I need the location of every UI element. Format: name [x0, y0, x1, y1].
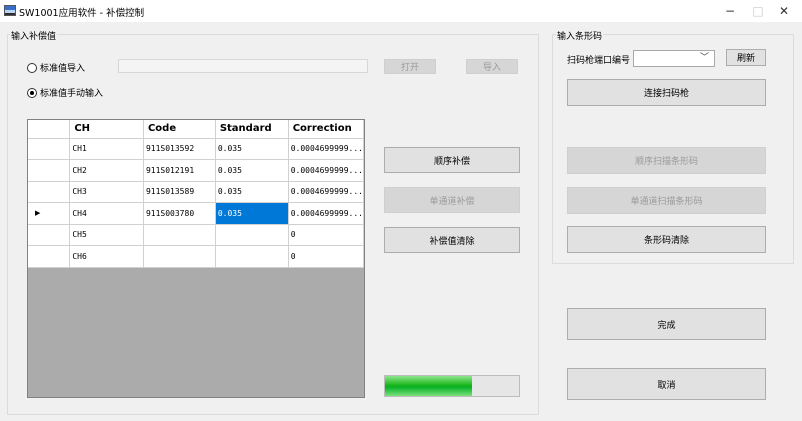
grid-corner-header[interactable]: [28, 120, 71, 139]
grid-cell-ch[interactable]: CH6: [69, 245, 144, 268]
grid-cell-correction[interactable]: 0: [288, 224, 364, 246]
grid-cell-code[interactable]: [143, 224, 216, 246]
grid-cell-standard[interactable]: 0.035: [215, 159, 289, 182]
input-compensation-group-title: 输入补偿值: [10, 29, 58, 42]
open-button[interactable]: 打开: [384, 59, 436, 74]
col-header-code[interactable]: Code: [143, 120, 216, 139]
grid-cell-standard[interactable]: [215, 224, 289, 246]
radio-standard-import-label: 标准值导入: [40, 64, 86, 74]
table-row[interactable]: CH3 911S013589 0.035 0.0004699999...: [28, 181, 364, 203]
radio-manual-input-circle[interactable]: [27, 87, 37, 98]
row-header[interactable]: [28, 159, 71, 182]
single-channel-compensation-button[interactable]: 单通道补偿: [384, 187, 520, 213]
scanner-port-label: 扫码枪端口编号: [567, 56, 631, 66]
grid-cell-ch[interactable]: CH4: [69, 202, 144, 225]
single-channel-scan-barcode-button[interactable]: 单通道扫描条形码: [567, 187, 766, 214]
row-header[interactable]: [28, 245, 71, 268]
grid-cell-code[interactable]: 911S012191: [143, 159, 216, 182]
grid-cell-standard[interactable]: [215, 245, 289, 268]
grid-cell-correction[interactable]: 0.0004699999...: [288, 181, 364, 203]
connect-scanner-button[interactable]: 连接扫码枪: [567, 79, 766, 106]
table-row[interactable]: ▶ CH4 911S003780 0.035 0.0004699999...: [28, 202, 364, 225]
scanner-port-select[interactable]: ﹀: [633, 50, 715, 67]
compensation-grid[interactable]: CH Code Standard Correction CH1 911S01359…: [27, 119, 365, 398]
chevron-down-icon[interactable]: ﹀: [700, 51, 709, 66]
import-button[interactable]: 导入: [466, 59, 518, 74]
close-button[interactable]: ✕: [772, 2, 796, 20]
grid-cell-standard[interactable]: 0.035: [215, 138, 289, 160]
grid-cell-ch[interactable]: CH5: [69, 224, 144, 246]
col-header-correction[interactable]: Correction: [288, 120, 364, 139]
current-row-indicator-icon[interactable]: ▶: [28, 202, 71, 225]
sequential-compensation-button[interactable]: 顺序补偿: [384, 147, 520, 173]
window-title: SW1001应用软件 - 补偿控制: [19, 8, 145, 19]
radio-manual-input-label: 标准值手动输入: [40, 89, 104, 99]
sequential-scan-barcode-button[interactable]: 顺序扫描条形码: [567, 147, 766, 174]
compensation-table: CH Code Standard Correction CH1 911S01359…: [28, 120, 364, 268]
radio-manual-input[interactable]: 标准值手动输入: [27, 86, 103, 99]
grid-cell-correction[interactable]: 0: [288, 245, 364, 268]
grid-cell-correction[interactable]: 0.0004699999...: [288, 159, 364, 182]
clear-barcode-button[interactable]: 条形码清除: [567, 226, 766, 253]
maximize-button[interactable]: □: [746, 2, 770, 20]
table-row[interactable]: CH2 911S012191 0.035 0.0004699999...: [28, 159, 364, 182]
grid-cell-standard[interactable]: 0.035: [215, 181, 289, 203]
progress-bar-fill: [385, 376, 473, 396]
barcode-group-title: 输入条形码: [556, 29, 604, 42]
grid-cell-code[interactable]: 911S013589: [143, 181, 216, 203]
grid-cell-correction[interactable]: 0.0004699999...: [288, 138, 364, 160]
grid-cell-code[interactable]: 911S003780: [143, 202, 216, 225]
table-row[interactable]: CH1 911S013592 0.035 0.0004699999...: [28, 138, 364, 160]
row-header[interactable]: [28, 224, 71, 246]
radio-standard-import-circle[interactable]: [27, 62, 37, 73]
minimize-button[interactable]: −: [718, 2, 742, 20]
table-row[interactable]: CH5 0: [28, 224, 364, 246]
grid-cell-standard[interactable]: 0.035: [215, 202, 289, 225]
title-bar: SW1001应用软件 - 补偿控制 − □ ✕: [0, 0, 802, 22]
col-header-standard[interactable]: Standard: [215, 120, 289, 139]
progress-bar: [384, 375, 520, 397]
grid-cell-ch[interactable]: CH3: [69, 181, 144, 203]
cancel-button[interactable]: 取消: [567, 368, 766, 400]
table-row[interactable]: CH6 0: [28, 245, 364, 268]
app-icon: [4, 5, 16, 16]
clear-compensation-button[interactable]: 补偿值清除: [384, 227, 520, 253]
grid-cell-code[interactable]: 911S013592: [143, 138, 216, 160]
refresh-button[interactable]: 刷新: [726, 49, 766, 66]
grid-cell-correction[interactable]: 0.0004699999...: [288, 202, 364, 225]
grid-cell-ch[interactable]: CH1: [69, 138, 144, 160]
row-header[interactable]: [28, 138, 71, 160]
file-path-input[interactable]: [118, 59, 368, 73]
grid-cell-ch[interactable]: CH2: [69, 159, 144, 182]
row-header[interactable]: [28, 181, 71, 203]
grid-header-row: CH Code Standard Correction: [28, 120, 364, 139]
col-header-ch[interactable]: CH: [69, 120, 144, 139]
grid-cell-code[interactable]: [143, 245, 216, 268]
radio-standard-import[interactable]: 标准值导入: [27, 61, 85, 74]
finish-button[interactable]: 完成: [567, 308, 766, 340]
